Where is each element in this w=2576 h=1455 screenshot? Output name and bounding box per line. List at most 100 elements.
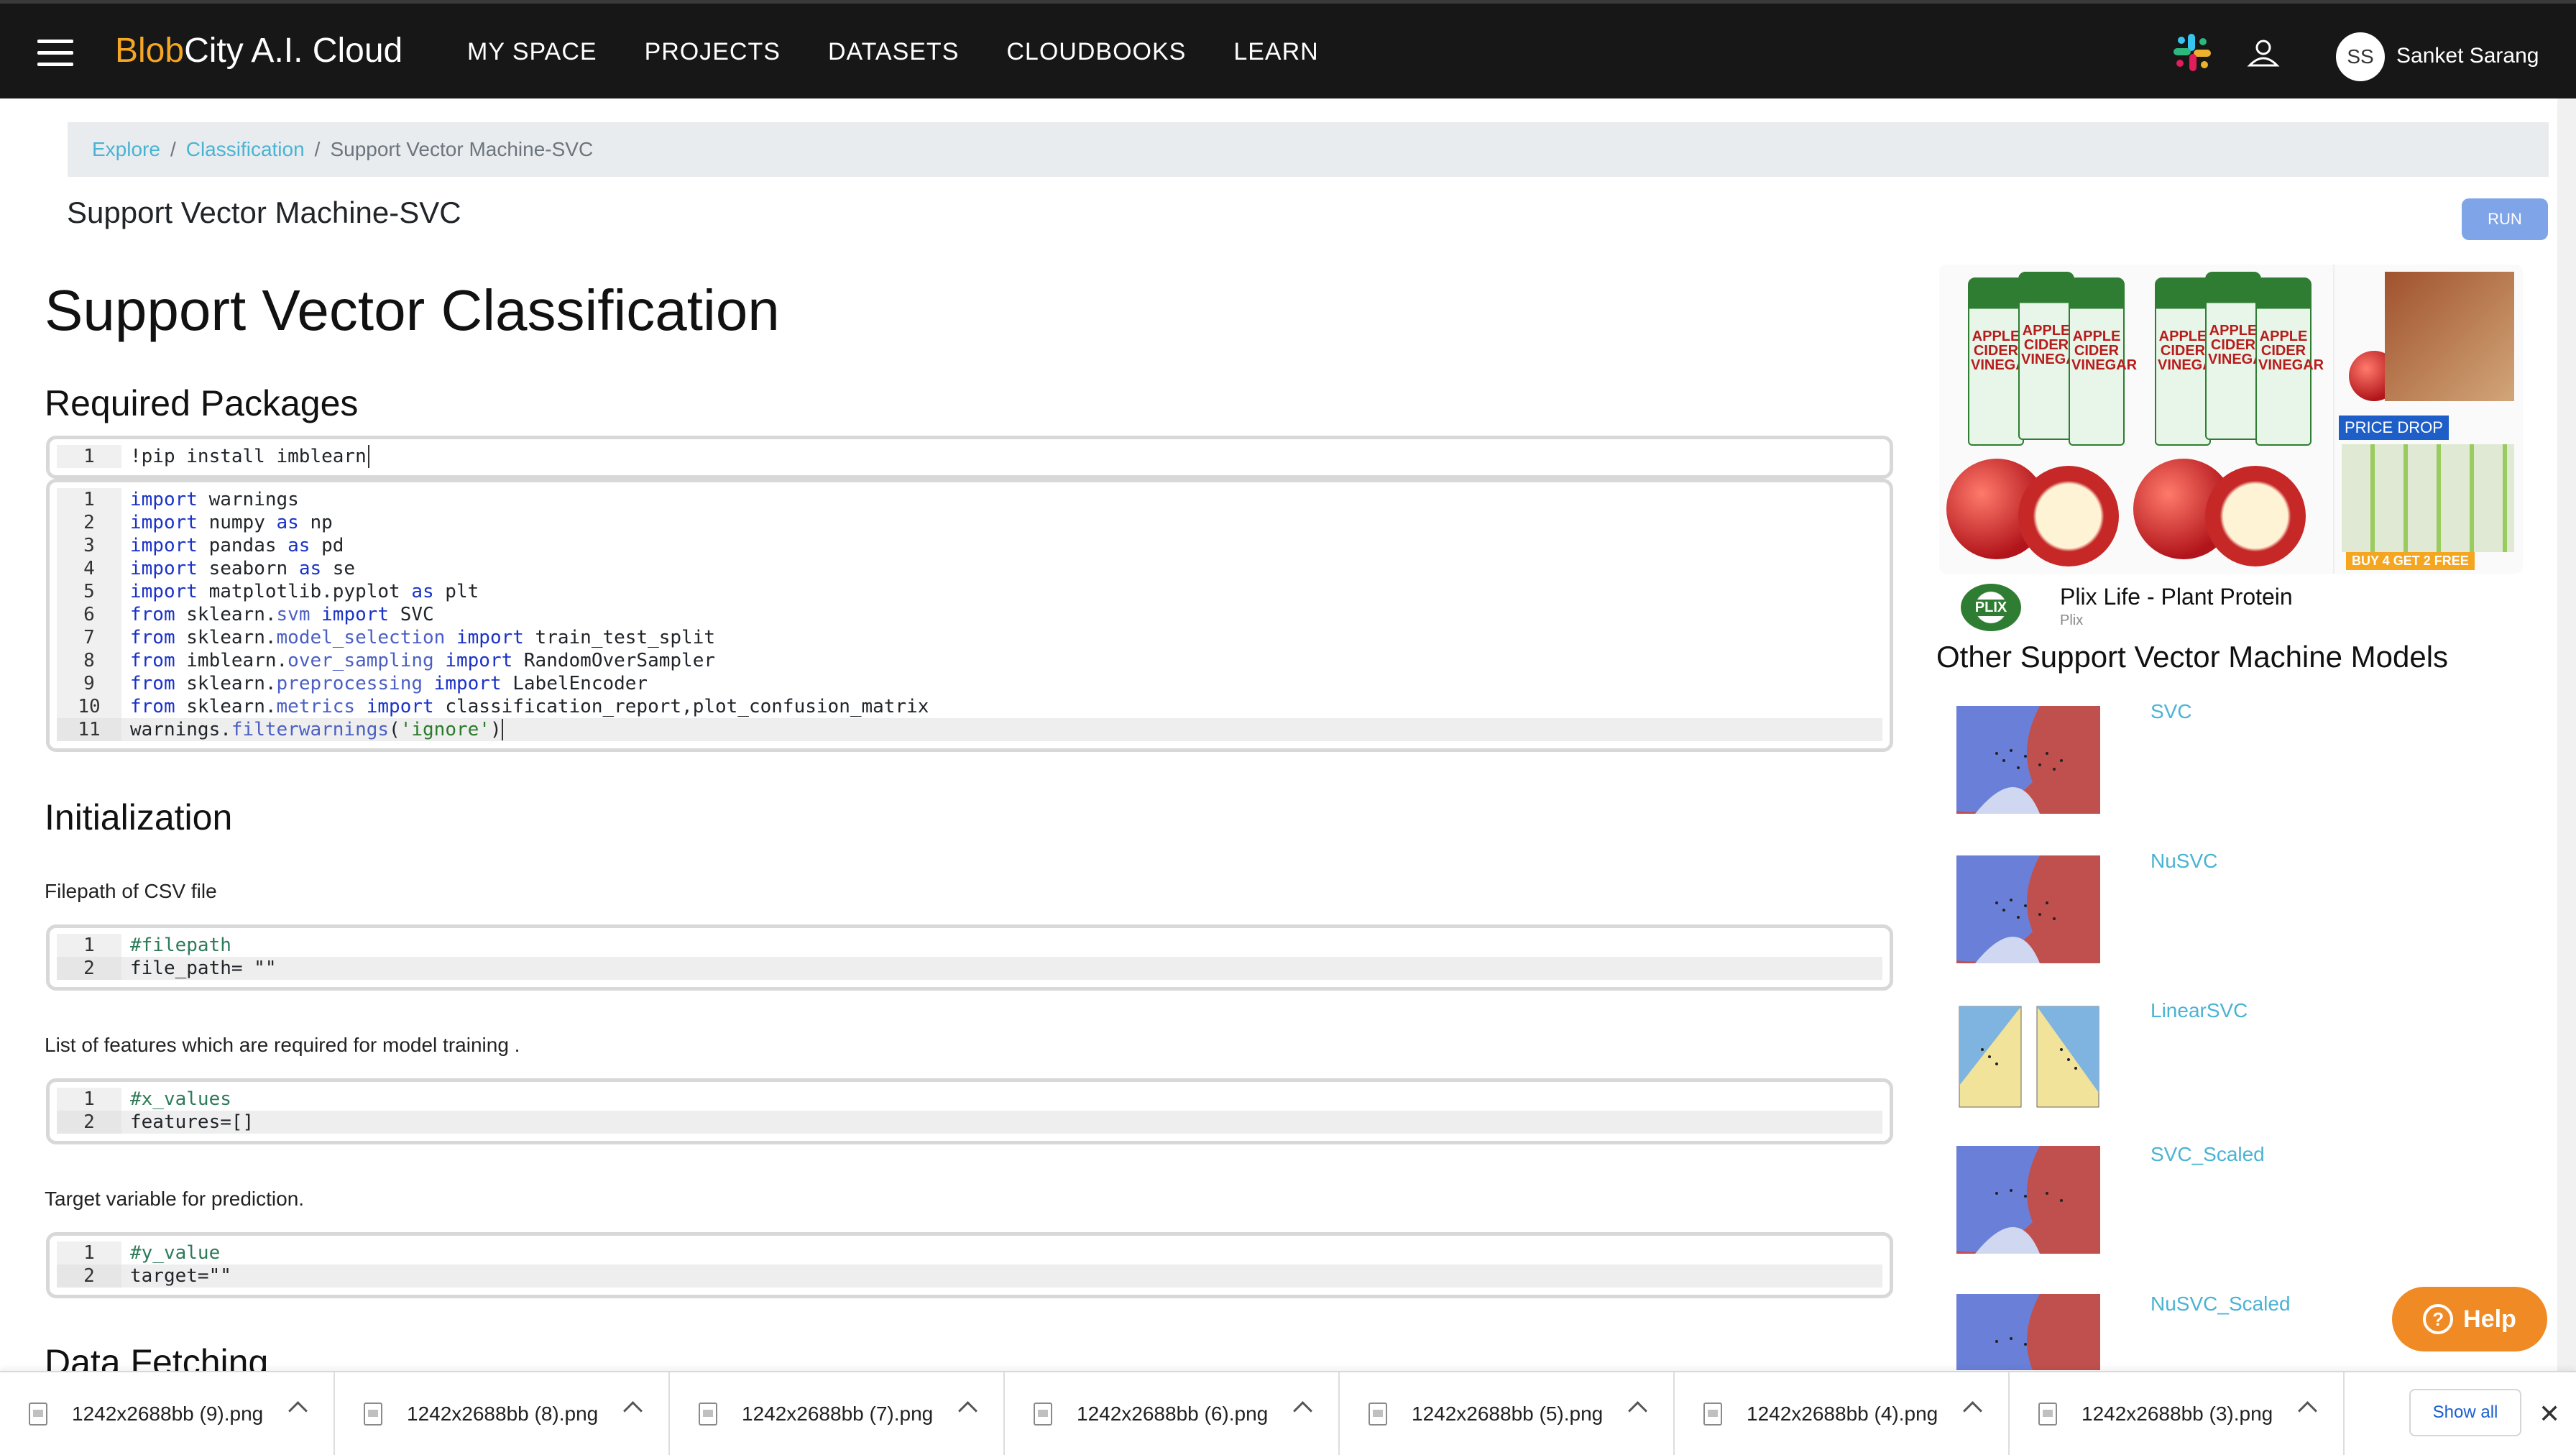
model-link-linearsvc[interactable]: LinearSVC [2150, 999, 2248, 1022]
download-filename: 1242x2688bb (4).png [1747, 1402, 1938, 1425]
chevron-up-icon[interactable] [288, 1401, 308, 1420]
question-icon: ? [2423, 1304, 2454, 1334]
price-drop-badge: PRICE DROP [2339, 416, 2449, 440]
avatar[interactable]: SS [2336, 32, 2385, 81]
model-link-nusvc-scaled[interactable]: NuSVC_Scaled [2150, 1293, 2291, 1316]
model-thumbnail-nusvc[interactable] [1954, 853, 2104, 968]
line-number: 1 [57, 934, 121, 957]
ad-bottle-text: APPLE CIDER VINEGAR [2021, 323, 2087, 367]
model-link-svc-scaled[interactable]: SVC_Scaled [2150, 1143, 2265, 1166]
line-number: 9 [57, 672, 121, 695]
model-thumbnail-svc[interactable] [1954, 703, 2104, 818]
breadcrumb-classification[interactable]: Classification [186, 138, 305, 161]
chevron-up-icon[interactable] [958, 1401, 978, 1420]
model-thumbnail-svc-scaled[interactable] [1954, 1143, 2104, 1258]
code-text: import seaborn as se [130, 558, 356, 579]
code-text: features=[] [121, 1111, 1882, 1134]
nav-item-learn[interactable]: LEARN [1233, 38, 1318, 66]
ad-title[interactable]: Plix Life - Plant Protein [2060, 584, 2293, 610]
model-link-svc[interactable]: SVC [2150, 700, 2192, 723]
chevron-up-icon[interactable] [2298, 1401, 2317, 1420]
line-number: 6 [57, 603, 121, 626]
line-number: 1 [57, 1088, 121, 1111]
code-line: 5 import matplotlib.pyplot as plt [57, 580, 1882, 603]
code-cell-pip[interactable]: 1 !pip install imblearn [46, 436, 1893, 479]
line-number: 1 [57, 488, 121, 511]
nav-item-my-space[interactable]: MY SPACE [467, 38, 597, 66]
ad-bottle-image: APPLE CIDER VINEGAR [2205, 272, 2274, 440]
line-number: 8 [57, 649, 121, 672]
ad-divider [2333, 265, 2334, 574]
ad-bottle-text: APPLE CIDER VINEGAR [2208, 323, 2274, 367]
ad-banner[interactable]: APPLE CIDER VINEGAR APPLE CIDER VINEGAR … [1939, 265, 2523, 574]
code-line: 1 import warnings [57, 488, 1882, 511]
download-filename: 1242x2688bb (5).png [1412, 1402, 1604, 1425]
code-line: 1 !pip install imblearn [57, 445, 1882, 468]
download-item[interactable]: 1242x2688bb (6).png [1005, 1372, 1340, 1455]
offer-badge: BUY 4 GET 2 FREE [2346, 552, 2475, 570]
line-number: 2 [57, 1111, 121, 1134]
code-line: 2 target="" [57, 1264, 1882, 1288]
help-button[interactable]: ? Help [2392, 1287, 2547, 1351]
line-number: 11 [57, 718, 121, 741]
plix-logo[interactable]: PLIX [1961, 584, 2021, 631]
file-icon [1034, 1402, 1052, 1426]
line-number: 1 [57, 1241, 121, 1264]
code-text: from sklearn.metrics import classificati… [130, 696, 929, 717]
code-text: #y_value [130, 1242, 221, 1264]
breadcrumb-separator: / [314, 138, 321, 160]
ad-bottle-image: APPLE CIDER VINEGAR [2018, 272, 2087, 440]
user-name[interactable]: Sanket Sarang [2396, 44, 2539, 68]
download-item[interactable]: 1242x2688bb (9).png [0, 1372, 335, 1455]
line-number: 2 [57, 1264, 121, 1288]
run-button[interactable]: RUN [2462, 198, 2548, 240]
user-icon[interactable] [2247, 38, 2280, 67]
code-cell-features[interactable]: 1 #x_values 2 features=[] [46, 1078, 1893, 1144]
download-item[interactable]: 1242x2688bb (5).png [1340, 1372, 1675, 1455]
ad-bottle-image: APPLE CIDER VINEGAR [2155, 277, 2224, 446]
chevron-up-icon[interactable] [1293, 1401, 1312, 1420]
help-label: Help [2463, 1305, 2516, 1333]
slack-icon[interactable] [2171, 31, 2214, 74]
model-thumbnail-linearsvc[interactable] [1954, 999, 2104, 1114]
line-number: 2 [57, 511, 121, 534]
model-thumbnail-nusvc-scaled[interactable] [1954, 1291, 2104, 1370]
brand-accent: Blob [115, 32, 185, 70]
code-cell-imports[interactable]: 1 import warnings 2 import numpy as np 3 im… [46, 479, 1893, 752]
download-item[interactable]: 1242x2688bb (3).png [2010, 1372, 2345, 1455]
line-number: 3 [57, 534, 121, 557]
code-line: 7 from sklearn.model_selection import tra… [57, 626, 1882, 649]
hamburger-menu-icon[interactable] [37, 40, 73, 66]
nav-item-cloudbooks[interactable]: CLOUDBOOKS [1006, 38, 1186, 66]
breadcrumb: Explore / Classification / Support Vecto… [68, 122, 2549, 177]
brand-logo[interactable]: BlobCity A.I. Cloud [115, 31, 402, 70]
model-link-nusvc[interactable]: NuSVC [2150, 850, 2217, 873]
file-icon [1368, 1402, 1387, 1426]
code-text: file_path= "" [121, 957, 1882, 980]
nav-item-projects[interactable]: PROJECTS [645, 38, 781, 66]
paragraph-features: List of features which are required for … [45, 1034, 520, 1056]
breadcrumb-explore[interactable]: Explore [92, 138, 160, 161]
download-item[interactable]: 1242x2688bb (7).png [670, 1372, 1005, 1455]
page-scrollbar[interactable] [2557, 98, 2576, 1371]
file-icon [699, 1402, 717, 1426]
chevron-up-icon[interactable] [1628, 1401, 1647, 1420]
ad-bottle-image: APPLE CIDER VINEGAR [2069, 277, 2137, 446]
code-cell-target[interactable]: 1 #y_value 2 target="" [46, 1232, 1893, 1298]
chevron-up-icon[interactable] [1963, 1401, 1982, 1420]
download-item[interactable]: 1242x2688bb (8).png [335, 1372, 670, 1455]
show-all-button[interactable]: Show all [2409, 1389, 2521, 1436]
line-number: 1 [57, 445, 121, 468]
download-item[interactable]: 1242x2688bb (4).png [1675, 1372, 2010, 1455]
ad-product-image [2385, 272, 2514, 401]
code-cell-filepath[interactable]: 1 #filepath 2 file_path= "" [46, 924, 1893, 991]
breadcrumb-current: Support Vector Machine-SVC [330, 138, 594, 160]
nav-item-datasets[interactable]: DATASETS [828, 38, 959, 66]
ad-bottle-text: APPLE CIDER VINEGAR [2158, 329, 2224, 373]
chevron-up-icon[interactable] [623, 1401, 643, 1420]
code-line: 6 from sklearn.svm import SVC [57, 603, 1882, 626]
close-icon[interactable]: ✕ [2539, 1399, 2560, 1429]
apple-image [2018, 466, 2119, 566]
code-line: 2 file_path= "" [57, 957, 1882, 980]
code-line: 4 import seaborn as se [57, 557, 1882, 580]
